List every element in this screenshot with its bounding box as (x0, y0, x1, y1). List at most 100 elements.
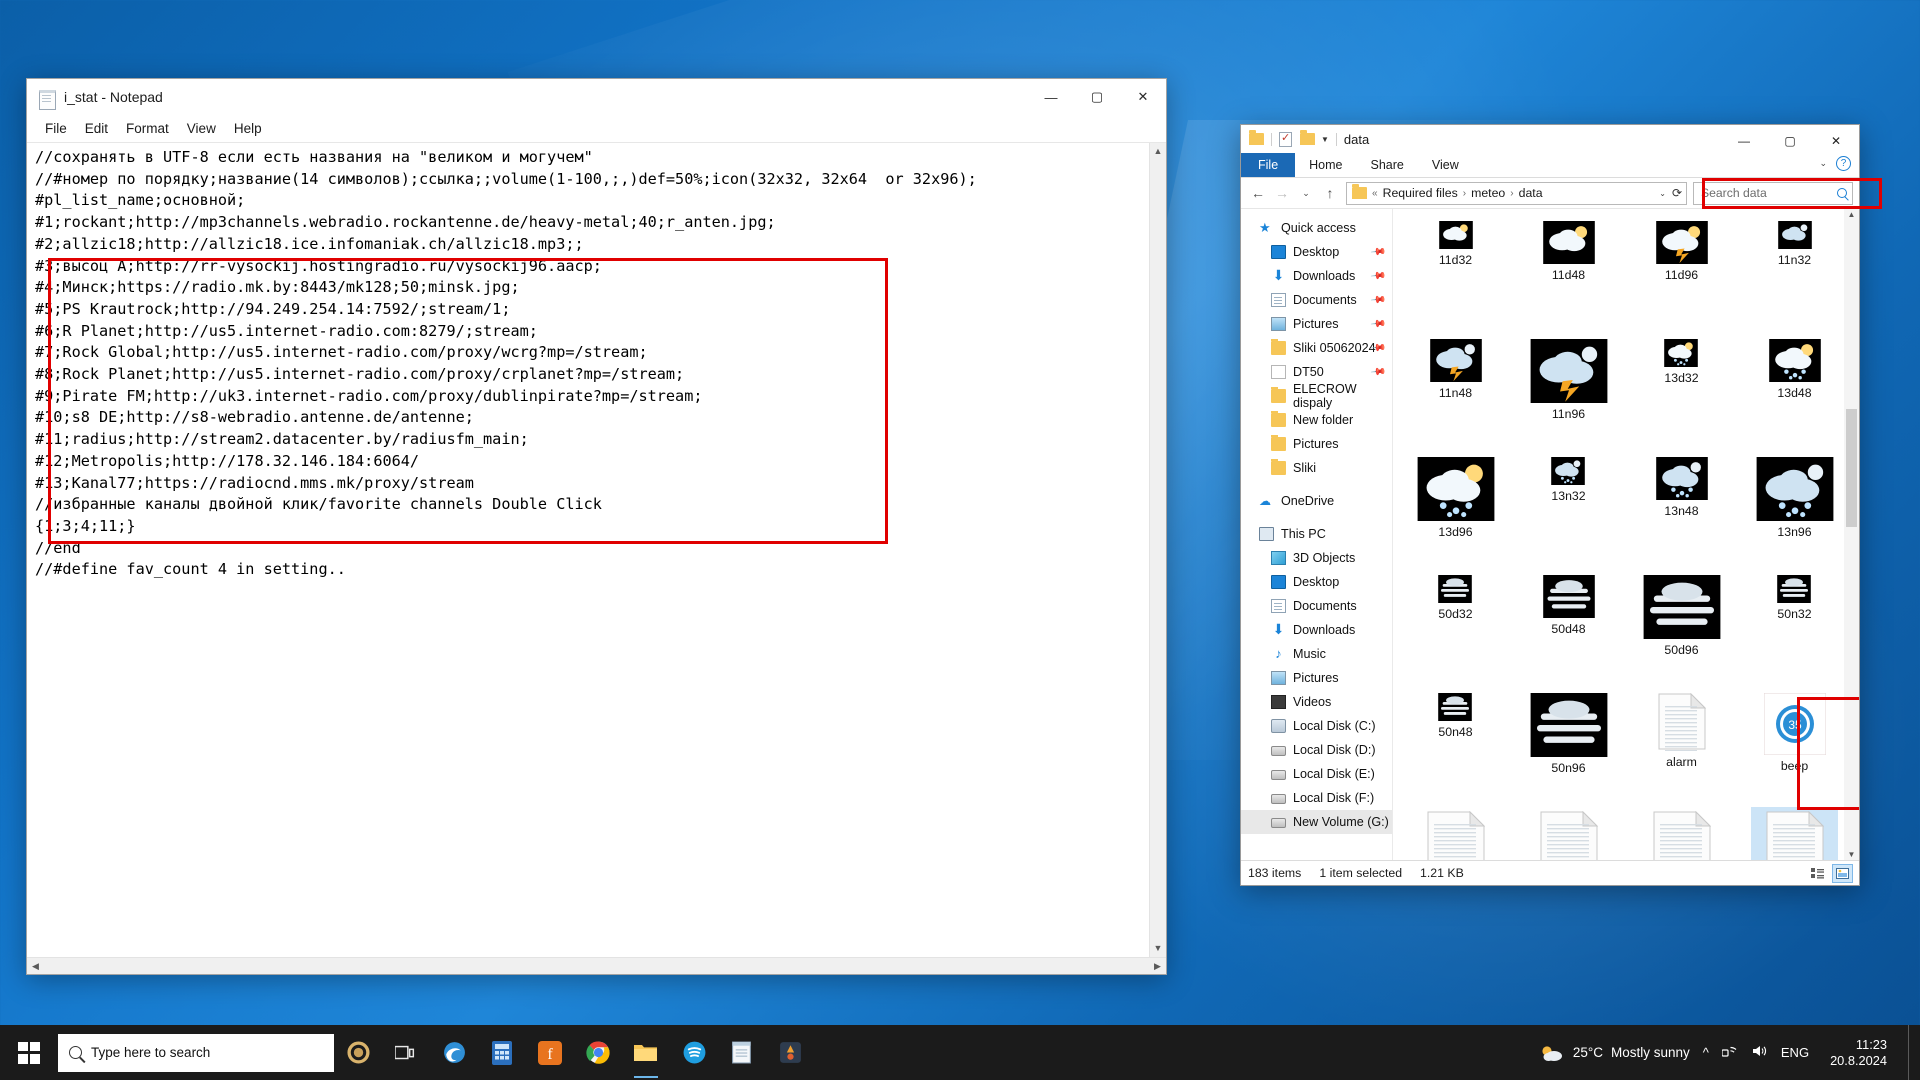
back-button[interactable]: ← (1247, 185, 1269, 201)
tab-view[interactable]: View (1418, 153, 1473, 177)
start-button[interactable] (0, 1025, 58, 1080)
notepad-window[interactable]: i_stat - Notepad — ▢ ✕ File Edit Format … (26, 78, 1167, 975)
sidebar-item-pictures[interactable]: Pictures 📌 (1241, 312, 1392, 336)
pin-icon[interactable]: 📌 (1369, 316, 1386, 332)
explorer-window-controls[interactable]: — ▢ ✕ (1721, 125, 1859, 156)
file-item[interactable]: 11d96 (1625, 215, 1738, 333)
ribbon-help-group[interactable]: ⌄ ? (1819, 156, 1851, 171)
file-item[interactable]: config (1399, 805, 1512, 860)
taskbar[interactable]: Type here to search f 25°C Mostly sunny … (0, 1025, 1920, 1080)
file-item[interactable]: 50d96 (1625, 569, 1738, 687)
file-item[interactable]: 13d96 (1399, 451, 1512, 569)
file-item[interactable]: 11n96 (1512, 333, 1625, 451)
notepad-body[interactable]: //сохранять в UTF-8 если есть названия н… (27, 143, 1166, 957)
sidebar-item-pictures[interactable]: Pictures (1241, 666, 1392, 690)
explorer-titlebar[interactable]: ▼ data — ▢ ✕ (1241, 125, 1859, 153)
notepad-icon[interactable] (718, 1025, 766, 1080)
sidebar-item-local-disk-f[interactable]: Local Disk (F:) (1241, 786, 1392, 810)
explorer-ribbon-tabs[interactable]: File Home Share View ⌄ ? (1241, 153, 1859, 178)
notepad-horizontal-scrollbar[interactable]: ◀ ▶ (27, 957, 1166, 974)
chevron-down-icon[interactable]: ⌄ (1659, 189, 1666, 198)
network-icon[interactable] (1721, 1044, 1739, 1061)
file-item[interactable]: i_stat (1738, 805, 1851, 860)
file-item[interactable]: 11d48 (1512, 215, 1625, 333)
sidebar-item-downloads[interactable]: ⬇ Downloads 📌 (1241, 264, 1392, 288)
taskbar-search-box[interactable]: Type here to search (58, 1033, 334, 1072)
file-item[interactable]: 50n48 (1399, 687, 1512, 805)
notepad-window-controls[interactable]: — ▢ ✕ (1028, 79, 1166, 115)
pin-icon[interactable]: 📌 (1369, 244, 1386, 260)
file-item[interactable]: 50d32 (1399, 569, 1512, 687)
menu-format[interactable]: Format (117, 119, 178, 138)
refresh-icon[interactable]: ⟳ (1672, 186, 1682, 200)
file-item[interactable]: 11d32 (1399, 215, 1512, 333)
notepad-vertical-scrollbar[interactable]: ▲ ▼ (1149, 143, 1166, 957)
file-explorer-icon[interactable] (622, 1025, 670, 1080)
file-item[interactable]: holiday (1625, 805, 1738, 860)
sidebar-item-quick-access[interactable]: ★ Quick access (1241, 216, 1392, 240)
up-button[interactable]: ↑ (1319, 185, 1341, 201)
minimize-button[interactable]: — (1721, 125, 1767, 156)
file-item[interactable]: 13n32 (1512, 451, 1625, 569)
tray-overflow-icon[interactable]: ^ (1703, 1045, 1709, 1060)
scroll-left-icon[interactable]: ◀ (27, 961, 44, 972)
notepad-text-area[interactable]: //сохранять в UTF-8 если есть названия н… (27, 143, 1149, 957)
edge-icon[interactable] (430, 1025, 478, 1080)
weather-widget[interactable]: 25°C Mostly sunny (1539, 1043, 1690, 1063)
sidebar-item-pictures[interactable]: Pictures (1241, 432, 1392, 456)
file-item[interactable]: 11n32 (1738, 215, 1851, 333)
maximize-button[interactable]: ▢ (1767, 125, 1813, 156)
content-scrollbar[interactable]: ▲ ▼ (1844, 209, 1859, 860)
menu-help[interactable]: Help (225, 119, 271, 138)
scroll-up-icon[interactable]: ▲ (1154, 143, 1163, 160)
scroll-down-icon[interactable]: ▼ (1844, 850, 1859, 859)
show-desktop-button[interactable] (1908, 1025, 1916, 1080)
system-tray[interactable]: 25°C Mostly sunny ^ ENG 11:23 20.8.2024 (1539, 1025, 1920, 1080)
pin-icon[interactable]: 📌 (1369, 268, 1386, 284)
clock[interactable]: 11:23 20.8.2024 (1822, 1037, 1895, 1069)
file-list-view[interactable]: 11d32 11d48 11d96 11n32 11n48 11n96 13d32 13d48… (1393, 209, 1859, 860)
file-item[interactable]: 13n48 (1625, 451, 1738, 569)
sidebar-item-dt50[interactable]: DT50 📌 (1241, 360, 1392, 384)
chrome-icon[interactable] (574, 1025, 622, 1080)
breadcrumb-required-files[interactable]: Required files (1383, 186, 1458, 200)
tab-share[interactable]: Share (1357, 153, 1418, 177)
scroll-up-icon[interactable]: ▲ (1844, 210, 1859, 219)
file-item[interactable]: 11n48 (1399, 333, 1512, 451)
sidebar-item-new-volume-g[interactable]: New Volume (G:) (1241, 810, 1392, 834)
notepad-titlebar[interactable]: i_stat - Notepad — ▢ ✕ (27, 79, 1166, 115)
file-item[interactable]: 50d48 (1512, 569, 1625, 687)
breadcrumb-meteo[interactable]: meteo (1471, 186, 1505, 200)
close-button[interactable]: ✕ (1813, 125, 1859, 156)
sidebar-item-local-disk-d[interactable]: Local Disk (D:) (1241, 738, 1392, 762)
close-button[interactable]: ✕ (1120, 79, 1166, 115)
language-indicator[interactable]: ENG (1781, 1045, 1809, 1060)
new-folder-icon[interactable] (1300, 130, 1315, 145)
sidebar-item-documents[interactable]: Documents 📌 (1241, 288, 1392, 312)
recent-locations-button[interactable]: ⌄ (1295, 188, 1317, 199)
pin-icon[interactable]: 📌 (1369, 364, 1386, 380)
sidebar-item-downloads[interactable]: ⬇ Downloads (1241, 618, 1392, 642)
sidebar-item-documents[interactable]: Documents (1241, 594, 1392, 618)
sidebar-item-music[interactable]: ♪ Music (1241, 642, 1392, 666)
sidebar-item-3d-objects[interactable]: 3D Objects (1241, 546, 1392, 570)
help-question-icon[interactable]: ? (1836, 156, 1851, 171)
notepad-menubar[interactable]: File Edit Format View Help (27, 115, 1166, 143)
sidebar-item-onedrive[interactable]: ☁ OneDrive (1241, 489, 1392, 513)
cortana-icon[interactable] (334, 1025, 382, 1080)
sidebar-item-desktop[interactable]: Desktop (1241, 570, 1392, 594)
tab-home[interactable]: Home (1295, 153, 1356, 177)
menu-view[interactable]: View (178, 119, 225, 138)
sidebar-item-elecrow-dispaly[interactable]: ELECROW dispaly (1241, 382, 1392, 410)
chevron-down-icon[interactable]: ⌄ (1819, 158, 1827, 169)
file-item[interactable]: 50n96 (1512, 687, 1625, 805)
large-icons-view-icon[interactable] (1832, 863, 1853, 883)
file-item[interactable]: 13n96 (1738, 451, 1851, 569)
menu-file[interactable]: File (36, 119, 76, 138)
minimize-button[interactable]: — (1028, 79, 1074, 115)
file-item[interactable]: 50n32 (1738, 569, 1851, 687)
properties-icon[interactable] (1279, 131, 1292, 147)
maximize-button[interactable]: ▢ (1074, 79, 1120, 115)
menu-edit[interactable]: Edit (76, 119, 117, 138)
explorer-address-bar[interactable]: ← → ⌄ ↑ « Required files › meteo › data … (1241, 178, 1882, 209)
